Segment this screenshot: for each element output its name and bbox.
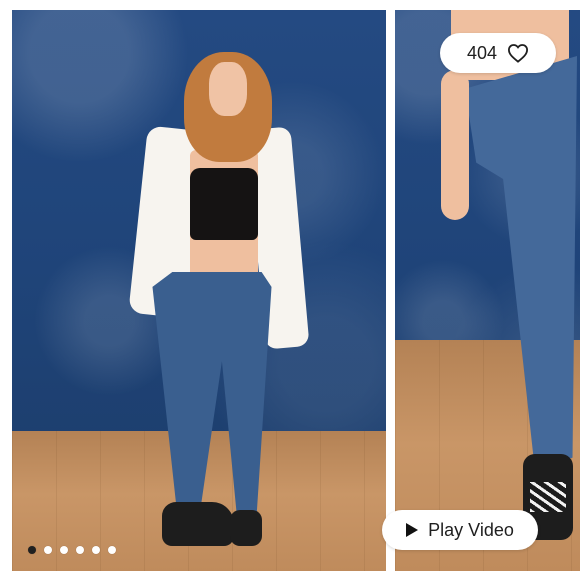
play-icon bbox=[406, 523, 419, 537]
product-photo-main[interactable] bbox=[12, 10, 386, 571]
product-photo-secondary[interactable] bbox=[395, 10, 580, 571]
play-video-label: Play Video bbox=[428, 519, 514, 540]
model-face bbox=[209, 62, 247, 116]
pagination-dot[interactable] bbox=[76, 546, 84, 554]
heart-icon bbox=[508, 44, 529, 63]
gallery-pagination-dots bbox=[28, 546, 116, 554]
pagination-dot[interactable] bbox=[60, 546, 68, 554]
like-count: 404 bbox=[466, 42, 498, 63]
pagination-dot[interactable] bbox=[108, 546, 116, 554]
like-button[interactable]: 404 bbox=[440, 33, 556, 73]
sneaker-laces bbox=[530, 482, 566, 512]
pagination-dot[interactable] bbox=[44, 546, 52, 554]
pagination-dot[interactable] bbox=[28, 546, 36, 554]
pagination-dot[interactable] bbox=[92, 546, 100, 554]
model-sneaker-right bbox=[230, 510, 262, 546]
play-video-button[interactable]: Play Video bbox=[382, 510, 538, 550]
model-sneaker-left bbox=[162, 502, 234, 546]
model-lace-top bbox=[190, 168, 258, 240]
model-arm bbox=[441, 70, 469, 220]
